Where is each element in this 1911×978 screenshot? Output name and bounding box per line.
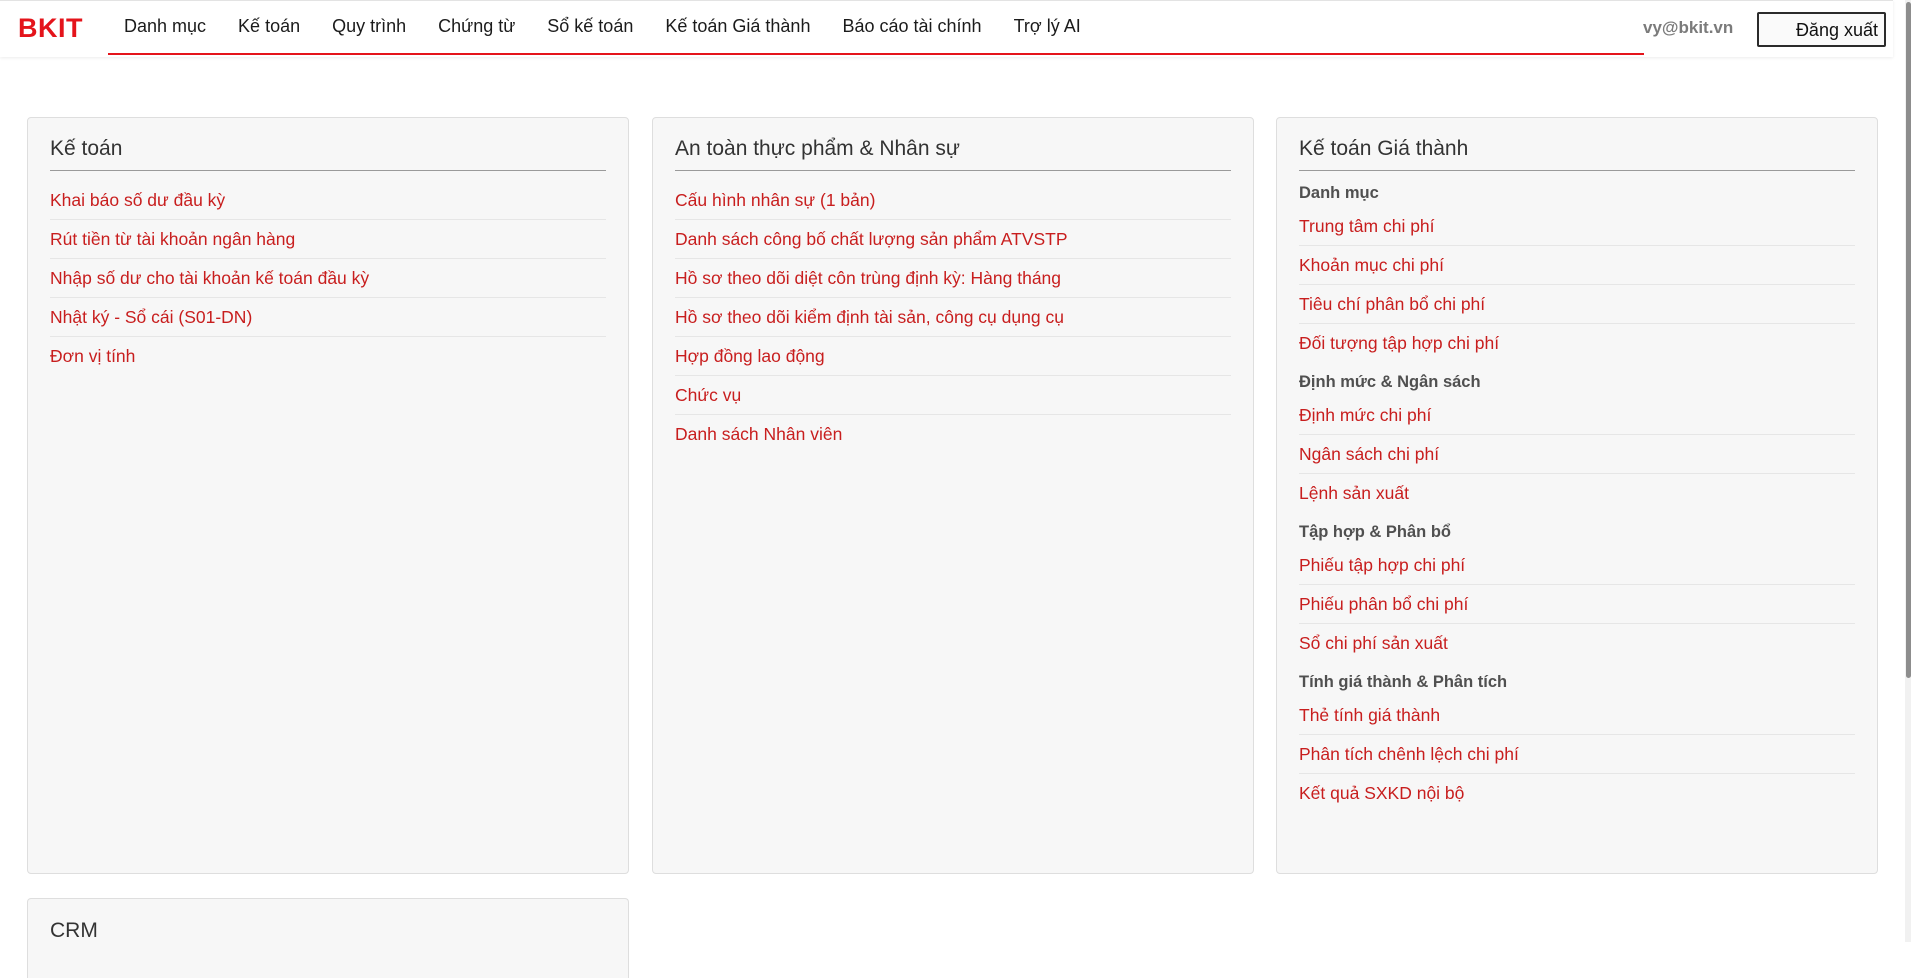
nav-item-tro-ly-ai[interactable]: Trợ lý AI [998,0,1097,54]
nav-item-chung-tu[interactable]: Chứng từ [422,0,531,54]
group-heading-costing-analysis: Tính giá thành & Phân tích [1299,673,1508,691]
link-cost-allocation-criteria[interactable]: Tiêu chí phân bổ chi phí [1299,285,1855,324]
link-cost-budget[interactable]: Ngân sách chi phí [1299,435,1855,474]
link-unit-of-measure[interactable]: Đơn vị tính [50,337,606,375]
link-opening-balance[interactable]: Khai báo số dư đầu kỳ [50,181,606,220]
logout-button[interactable]: Đăng xuất [1757,12,1886,47]
link-cost-allocation-voucher[interactable]: Phiếu phân bổ chi phí [1299,585,1855,624]
link-product-quality-declaration[interactable]: Danh sách công bố chất lượng sản phẩm AT… [675,220,1231,259]
link-positions[interactable]: Chức vụ [675,376,1231,415]
card-accounting: Kế toán Khai báo số dư đầu kỳ Rút tiền t… [27,117,629,874]
link-cost-collection-voucher[interactable]: Phiếu tập hợp chi phí [1299,546,1855,585]
link-production-cost-ledger[interactable]: Sổ chi phí sản xuất [1299,624,1855,662]
link-bank-withdrawal[interactable]: Rút tiền từ tài khoản ngân hàng [50,220,606,259]
costing-collect-links: Phiếu tập hợp chi phí Phiếu phân bổ chi … [1299,546,1855,662]
link-internal-business-results[interactable]: Kết quả SXKD nội bộ [1299,774,1855,812]
link-labor-contract[interactable]: Hợp đồng lao động [675,337,1231,376]
costing-analysis-links: Thẻ tính giá thành Phân tích chênh lệch … [1299,696,1855,812]
card-title-crm: CRM [50,919,98,942]
food-hr-link-list: Cấu hình nhân sự (1 bản) Danh sách công … [675,181,1231,453]
link-general-journal-ledger[interactable]: Nhật ký - Sổ cái (S01-DN) [50,298,606,337]
link-cost-object[interactable]: Đối tượng tập hợp chi phí [1299,324,1855,362]
card-cost-accounting: Kế toán Giá thành Danh mục Trung tâm chi… [1276,117,1878,874]
nav-item-bao-cao-tai-chinh[interactable]: Báo cáo tài chính [826,0,997,54]
top-navbar: BKIT Danh mục Kế toán Quy trình Chứng từ… [0,0,1893,57]
link-pest-control-records[interactable]: Hồ sơ theo dõi diệt côn trùng định kỳ: H… [675,259,1231,298]
user-email: vy@bkit.vn [1643,18,1734,37]
costing-norms-links: Định mức chi phí Ngân sách chi phí Lệnh … [1299,396,1855,512]
link-production-order[interactable]: Lệnh sản xuất [1299,474,1855,512]
link-hr-config[interactable]: Cấu hình nhân sự (1 bản) [675,181,1231,220]
accounting-link-list: Khai báo số dư đầu kỳ Rút tiền từ tài kh… [50,181,606,375]
card-title-accounting: Kế toán [50,138,606,171]
nav-item-ke-toan[interactable]: Kế toán [222,0,316,54]
link-cost-variance-analysis[interactable]: Phân tích chênh lệch chi phí [1299,735,1855,774]
nav-item-quy-trinh[interactable]: Quy trình [316,0,422,54]
link-account-opening-balance[interactable]: Nhập số dư cho tài khoản kế toán đầu kỳ [50,259,606,298]
group-heading-collect-allocate: Tập hợp & Phân bổ [1299,523,1451,541]
costing-catalog-links: Trung tâm chi phí Khoản mục chi phí Tiêu… [1299,207,1855,362]
page-scrollbar-thumb[interactable] [1906,2,1911,678]
card-title-cost-accounting: Kế toán Giá thành [1299,138,1855,171]
nav-item-so-ke-toan[interactable]: Sổ kế toán [531,0,649,54]
link-asset-inspection-records[interactable]: Hồ sơ theo dõi kiểm định tài sản, công c… [675,298,1231,337]
nav-item-ke-toan-gia-thanh[interactable]: Kế toán Giá thành [649,0,826,54]
link-costing-card[interactable]: Thẻ tính giá thành [1299,696,1855,735]
card-title-food-safety-hr: An toàn thực phẩm & Nhân sự [675,138,1231,171]
brand-logo[interactable]: BKIT [18,13,83,44]
card-food-safety-hr: An toàn thực phẩm & Nhân sự Cấu hình nhâ… [652,117,1254,874]
link-cost-norm[interactable]: Định mức chi phí [1299,396,1855,435]
link-cost-item[interactable]: Khoản mục chi phí [1299,246,1855,285]
main-nav: Danh mục Kế toán Quy trình Chứng từ Sổ k… [108,1,1644,55]
card-crm: CRM [27,898,629,978]
group-heading-catalog: Danh mục [1299,184,1379,202]
link-cost-center[interactable]: Trung tâm chi phí [1299,207,1855,246]
link-employee-list[interactable]: Danh sách Nhân viên [675,415,1231,453]
nav-item-danh-muc[interactable]: Danh mục [108,0,222,54]
group-heading-norms-budget: Định mức & Ngân sách [1299,373,1481,391]
